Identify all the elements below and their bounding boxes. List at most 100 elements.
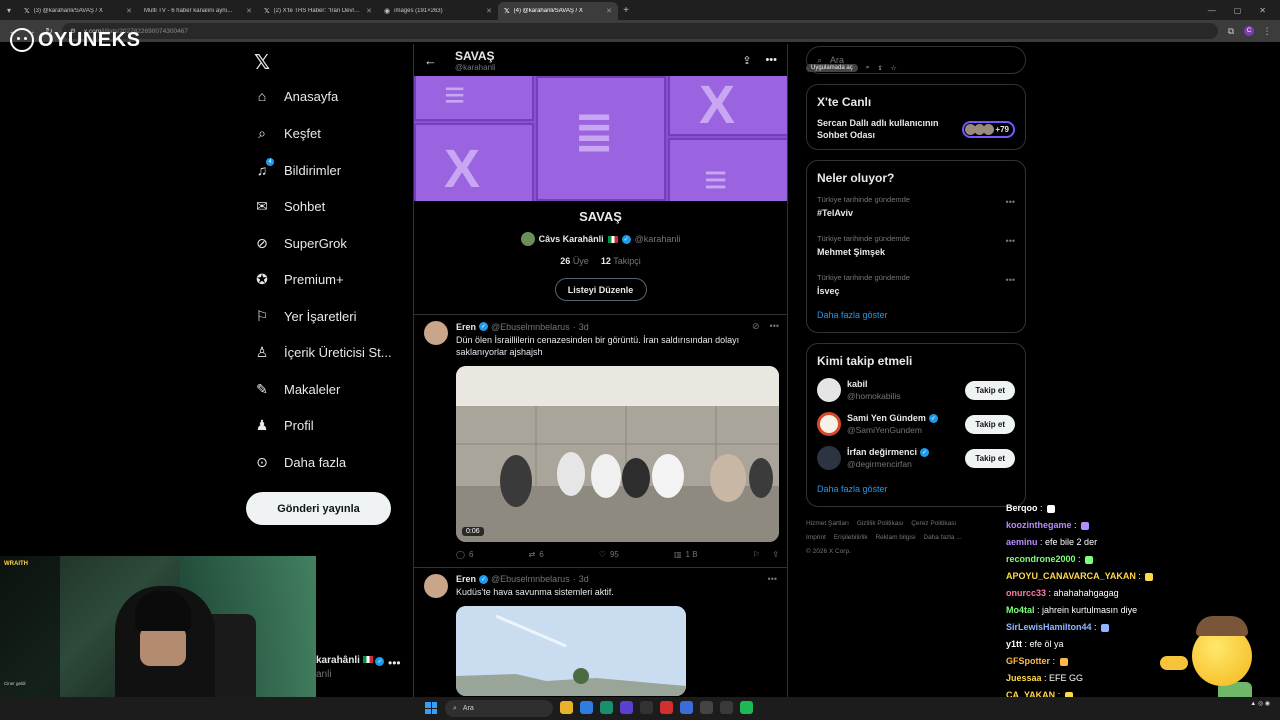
follow-suggestion[interactable]: kabil @homokabilis Takip et — [817, 378, 1015, 402]
post-image[interactable] — [456, 606, 686, 696]
system-tray[interactable]: ▲ ◎ ◉ — [1250, 701, 1270, 715]
author-name[interactable]: Eren — [456, 322, 476, 332]
more-options-icon[interactable]: ••• — [770, 321, 779, 332]
post-time[interactable]: 3d — [579, 574, 589, 584]
trends-show-more-link[interactable]: Daha fazla göster — [817, 310, 1015, 320]
live-listeners-pill[interactable]: +79 — [962, 120, 1015, 138]
app-icon[interactable] — [720, 701, 733, 714]
edge-icon[interactable] — [600, 701, 613, 714]
tab-search-icon[interactable]: ▾ — [0, 0, 18, 20]
author-name[interactable]: Eren — [456, 574, 476, 584]
footer-link[interactable]: Hizmet Şartları — [806, 520, 849, 527]
follow-button[interactable]: Takip et — [965, 380, 1015, 400]
search-input[interactable]: ⌕ Ara — [806, 46, 1026, 74]
members-count[interactable]: 26 Üye — [560, 256, 589, 266]
nav-item-more[interactable]: ⊙ Daha fazla — [254, 454, 346, 470]
minimize-icon[interactable]: — — [1208, 6, 1216, 15]
steam-icon[interactable] — [680, 701, 693, 714]
obs-icon[interactable] — [640, 701, 653, 714]
browser-tab-active[interactable]: 𝕏 (4) @karahanli/SAVAŞ / X ✕ — [498, 2, 618, 20]
follow-suggestion[interactable]: Sami Yen Gündem ✓ @SamiYenGundem Takip et — [817, 412, 1015, 436]
footer-link[interactable]: Erişilebilirlik — [834, 534, 868, 541]
chrome-icon[interactable] — [580, 701, 593, 714]
x-logo-icon[interactable]: 𝕏 — [254, 50, 270, 75]
back-arrow-icon[interactable]: ← — [424, 53, 437, 68]
app-icon[interactable] — [660, 701, 673, 714]
close-icon[interactable]: ✕ — [126, 7, 132, 15]
follow-suggestion[interactable]: İrfan değirmenci ✓ @degirmencirfan Takip … — [817, 446, 1015, 470]
reply-button[interactable]: ◯ 6 — [456, 550, 473, 559]
browser-menu-icon[interactable]: ⋮ — [1262, 26, 1272, 37]
views-button[interactable]: ▥ 1 B — [674, 550, 698, 559]
share-icon[interactable]: ⇪ — [772, 550, 779, 559]
footer-link[interactable]: Daha fazla ... — [923, 534, 961, 541]
account-name[interactable]: karahânli ✓ — [316, 655, 385, 666]
follow-show-more-link[interactable]: Daha fazla göster — [817, 484, 1015, 494]
post[interactable]: Eren ✓ @Ebuselmnbelarus · 3d ••• Kudüs't… — [414, 568, 787, 696]
nav-item-bookmarks[interactable]: ⚐ Yer İşaretleri — [254, 308, 357, 324]
like-button[interactable]: ♡ 95 — [599, 550, 619, 559]
live-room[interactable]: Sercan Dallı adlı kullanıcının Sohbet Od… — [817, 117, 1015, 141]
spotify-icon[interactable] — [740, 701, 753, 714]
trend-item[interactable]: Türkiye tarihinde gündemde İsveç ••• — [817, 273, 1015, 296]
post-video[interactable]: 0:06 — [456, 366, 779, 542]
follow-button[interactable]: Takip et — [965, 414, 1015, 434]
trend-item[interactable]: Türkiye tarihinde gündemde Mehmet Şimşek… — [817, 234, 1015, 257]
nav-item-chat[interactable]: ✉ Sohbet — [254, 198, 325, 214]
edit-list-button[interactable]: Listeyi Düzenle — [554, 278, 647, 301]
author-avatar[interactable] — [424, 574, 448, 598]
nav-item-profile[interactable]: ♟ Profil — [254, 417, 314, 433]
taskbar-search[interactable]: ⌕ Ara — [445, 700, 553, 717]
nav-item-notifications[interactable]: ♫ 4 Bildirimler — [254, 158, 341, 178]
browser-tab[interactable]: 𝕏 (2) X'te THS Haber: "İran Devlet... ✕ — [258, 2, 378, 20]
footer-link[interactable]: Imprint — [806, 534, 826, 541]
follow-button[interactable]: Takip et — [965, 448, 1015, 468]
footer-link[interactable]: Reklam bilgisi — [875, 534, 915, 541]
more-options-icon[interactable]: ••• — [1006, 236, 1015, 246]
nav-item-home[interactable]: ⌂ Anasayfa — [254, 88, 338, 104]
share-icon[interactable]: ⇪ — [742, 54, 751, 67]
nav-item-creator-studio[interactable]: ♙ İçerik Üreticisi St... — [254, 344, 392, 360]
more-options-icon[interactable]: ••• — [1006, 275, 1015, 285]
more-options-icon[interactable]: ••• — [1006, 197, 1015, 207]
footer-link[interactable]: Gizlilik Politikası — [857, 520, 904, 527]
close-icon[interactable]: ✕ — [606, 7, 612, 15]
chat-text: ahahahahgagag — [1053, 588, 1119, 598]
more-options-icon[interactable]: ••• — [768, 574, 777, 584]
repost-button[interactable]: ⇄ 6 — [529, 550, 544, 559]
browser-tab[interactable]: 𝕏 (3) @karahanli/SAVAŞ / X ✕ — [18, 2, 138, 20]
nav-item-articles[interactable]: ✎ Makaleler — [254, 381, 340, 397]
webcam-overlay: WRAITH Ciner geldi — [0, 556, 316, 720]
nav-item-supergrok[interactable]: ⊘ SuperGrok — [254, 235, 347, 251]
nav-item-premium[interactable]: ✪ Premium+ — [254, 271, 343, 287]
close-window-icon[interactable]: ✕ — [1259, 6, 1266, 15]
file-explorer-icon[interactable] — [560, 701, 573, 714]
maximize-icon[interactable]: ▢ — [1234, 6, 1242, 15]
close-icon[interactable]: ✕ — [486, 7, 492, 15]
close-icon[interactable]: ✕ — [366, 7, 372, 15]
post-button[interactable]: Gönderi yayınla — [246, 492, 391, 525]
profile-avatar[interactable]: C — [1244, 26, 1254, 36]
trend-item[interactable]: Türkiye tarihinde gündemde #TelAviv ••• — [817, 195, 1015, 218]
extensions-icon[interactable]: ⧉ — [1226, 26, 1236, 37]
close-icon[interactable]: ✕ — [246, 7, 252, 15]
italy-flag-icon — [362, 656, 373, 663]
more-options-icon[interactable]: ••• — [765, 54, 777, 67]
footer-link[interactable]: Çerez Politikası — [911, 520, 956, 527]
discord-icon[interactable] — [620, 701, 633, 714]
nav-item-explore[interactable]: ⌕ Keşfet — [254, 125, 321, 141]
app-icon[interactable] — [700, 701, 713, 714]
address-bar[interactable]: ⚙ x.com/i/lists/2027822690074300467 Uygu… — [62, 23, 1218, 72]
author-avatar[interactable] — [424, 321, 448, 345]
new-tab-button[interactable]: + — [618, 5, 634, 16]
account-more-icon[interactable]: ••• — [388, 656, 401, 670]
post[interactable]: Eren ✓ @Ebuselmnbelarus · 3d ⊘ ••• Dün öl… — [414, 315, 787, 559]
grok-icon[interactable]: ⊘ — [752, 321, 760, 332]
browser-tab[interactable]: Multi TV - 6 haber kanalını aynı... ✕ — [138, 2, 258, 20]
browser-tab[interactable]: ◉ images (191×263) ✕ — [378, 2, 498, 20]
windows-start-icon[interactable] — [425, 702, 437, 714]
followers-count[interactable]: 12 Takipçi — [601, 256, 641, 266]
bookmark-icon[interactable]: ⚐ — [753, 550, 760, 559]
post-time[interactable]: 3d — [579, 322, 589, 332]
list-owner[interactable]: Câvs Karahânli ✓ @karahanli — [414, 232, 787, 246]
